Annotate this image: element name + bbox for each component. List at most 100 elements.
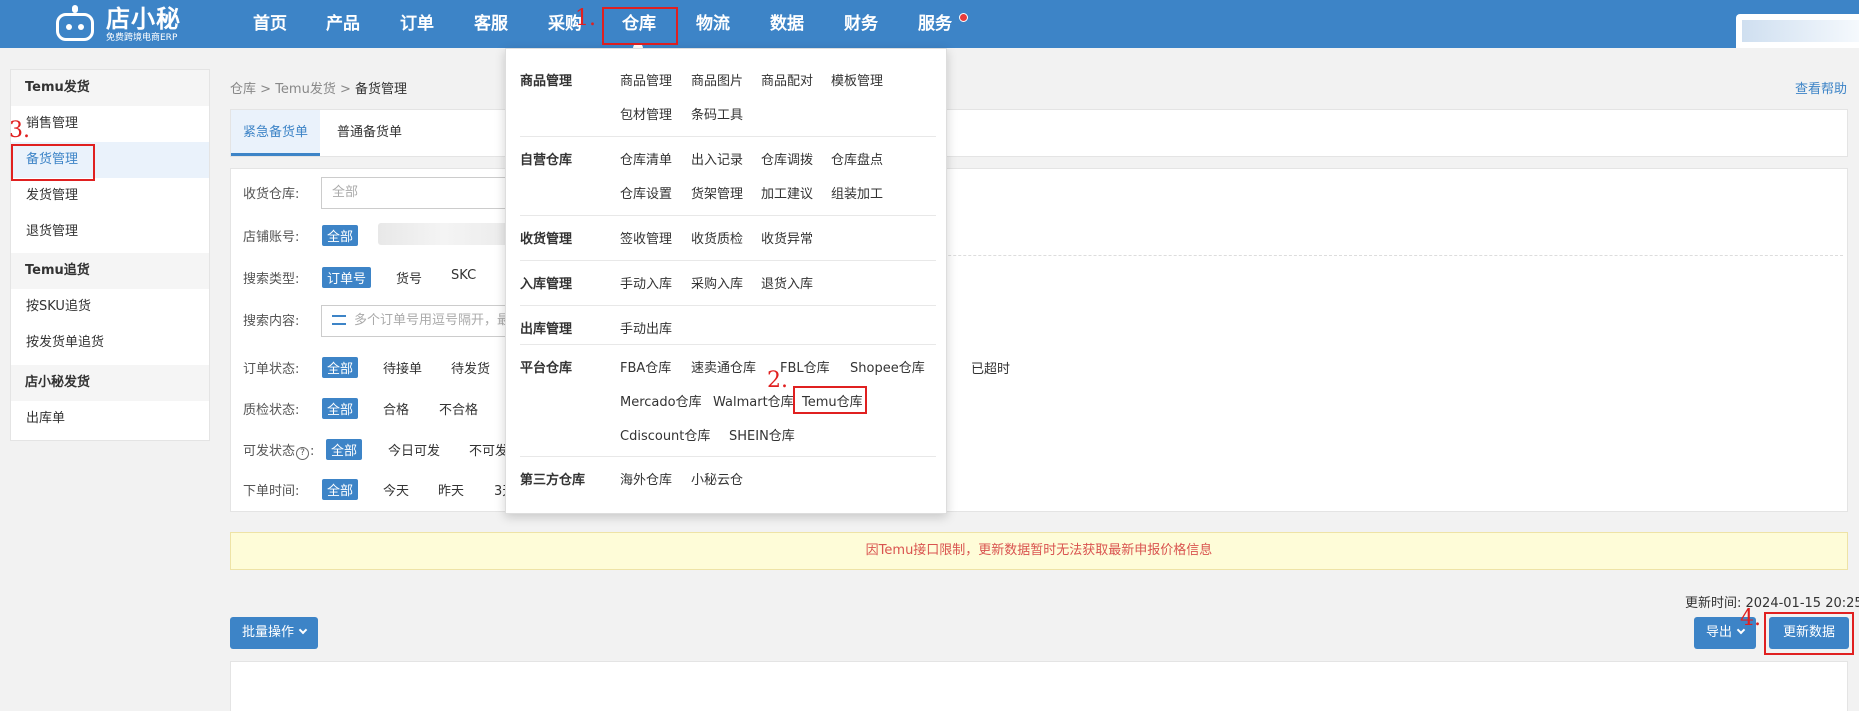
tab-bar: 紧急备货单 普通备货单: [230, 109, 1848, 157]
sidebar-item-outbound[interactable]: 出库单: [11, 401, 209, 437]
nav-item-services[interactable]: 服务: [918, 14, 952, 34]
menu-link[interactable]: 收货质检: [691, 228, 743, 247]
qc-status-fail[interactable]: 不合格: [439, 399, 478, 418]
menu-section-platform-warehouse: 平台仓库 FBA仓库 速卖通仓库 FBL仓库 Shopee仓库 Mercado仓…: [520, 345, 936, 457]
menu-link[interactable]: 商品配对: [761, 70, 813, 89]
sidebar-item-track-sku[interactable]: 按SKU追货: [11, 289, 209, 325]
tab-normal-stock[interactable]: 普通备货单: [325, 110, 414, 156]
menu-link[interactable]: 条码工具: [691, 104, 743, 123]
shop-option-all[interactable]: 全部: [322, 225, 359, 246]
order-time-label: 下单时间:: [243, 484, 300, 499]
menu-link[interactable]: 仓库清单: [620, 149, 672, 168]
order-status-pending-ship[interactable]: 待发货: [451, 358, 490, 377]
search-type-item-no[interactable]: 货号: [396, 268, 422, 287]
notice-banner: 因Temu接口限制，更新数据暂时无法获取最新申报价格信息: [230, 532, 1848, 570]
menu-link[interactable]: 小秘云仓: [691, 469, 743, 488]
order-time-yesterday[interactable]: 昨天: [438, 480, 464, 499]
update-time: 更新时间: 2024-01-15 20:25: [1685, 596, 1859, 611]
menu-link[interactable]: 仓库设置: [620, 183, 672, 202]
sidebar-item-sales[interactable]: 销售管理: [11, 106, 209, 142]
nav-item-logistics[interactable]: 物流: [696, 14, 730, 34]
menu-link[interactable]: 商品管理: [620, 70, 672, 89]
user-area[interactable]: [1736, 14, 1859, 48]
warehouse-select[interactable]: 全部: [321, 177, 511, 209]
sidebar-item-shipping[interactable]: 发货管理: [11, 178, 209, 214]
sidebar-item-returns[interactable]: 退货管理: [11, 214, 209, 250]
ship-status-all[interactable]: 全部: [326, 439, 363, 460]
robot-logo-icon: [52, 5, 98, 43]
notification-dot-icon: [959, 13, 968, 22]
menu-link[interactable]: 出入记录: [691, 149, 743, 168]
menu-link[interactable]: 仓库盘点: [831, 149, 883, 168]
search-content-input[interactable]: 多个订单号用逗号隔开，最: [321, 305, 511, 337]
menu-link[interactable]: 模板管理: [831, 70, 883, 89]
sidebar-group-temu-shipping: Temu发货: [11, 70, 209, 106]
nav-item-service[interactable]: 客服: [474, 14, 508, 34]
menu-link[interactable]: 包材管理: [620, 104, 672, 123]
search-type-skc[interactable]: SKC: [451, 268, 476, 283]
order-status-pending-accept[interactable]: 待接单: [383, 358, 422, 377]
menu-link[interactable]: 手动入库: [620, 273, 672, 292]
top-nav: 店小秘 免费跨境电商ERP 首页 产品 订单 客服 采购 仓库 物流 数据 财务…: [0, 0, 1859, 49]
breadcrumb-warehouse[interactable]: 仓库: [230, 82, 256, 97]
menu-link[interactable]: 退货入库: [761, 273, 813, 292]
menu-link[interactable]: FBA仓库: [620, 357, 671, 376]
annotation-box-warehouse: [602, 7, 678, 45]
sidebar-group-dxm-shipping: 店小秘发货: [11, 365, 209, 401]
brand-name: 店小秘: [106, 4, 181, 33]
tab-urgent-stock[interactable]: 紧急备货单: [231, 110, 321, 156]
annotation-box-update: [1764, 612, 1854, 655]
nav-item-finance[interactable]: 财务: [844, 14, 878, 34]
menu-link[interactable]: 采购入库: [691, 273, 743, 292]
menu-link[interactable]: 仓库调拨: [761, 149, 813, 168]
menu-link[interactable]: 组装加工: [831, 183, 883, 202]
help-icon[interactable]: ?: [296, 447, 310, 460]
order-status-all[interactable]: 全部: [322, 357, 359, 378]
menu-section-own-warehouse: 自营仓库 仓库清单 出入记录 仓库调拨 仓库盘点 仓库设置 货架管理 加工建议 …: [520, 137, 936, 216]
breadcrumb-temu[interactable]: Temu发货: [275, 82, 336, 97]
ship-status-not[interactable]: 不可发: [469, 440, 508, 459]
search-type-order-no[interactable]: 订单号: [322, 267, 372, 288]
order-time-all[interactable]: 全部: [322, 479, 359, 500]
menu-link[interactable]: 加工建议: [761, 183, 813, 202]
menu-link[interactable]: 收货异常: [761, 228, 813, 247]
qc-status-pass[interactable]: 合格: [383, 399, 409, 418]
menu-link[interactable]: Walmart仓库: [713, 391, 794, 410]
nav-item-orders[interactable]: 订单: [400, 14, 434, 34]
qc-status-all[interactable]: 全部: [322, 398, 359, 419]
order-status-overdue[interactable]: 已超时: [971, 358, 1010, 377]
menu-link[interactable]: Shopee仓库: [850, 357, 925, 376]
menu-link[interactable]: 货架管理: [691, 183, 743, 202]
menu-category: 出库管理: [520, 322, 573, 337]
menu-link[interactable]: SHEIN仓库: [729, 425, 795, 444]
menu-category: 商品管理: [520, 74, 573, 89]
annotation-box-temu-warehouse: [793, 386, 867, 414]
menu-category: 入库管理: [520, 277, 573, 292]
shop-filter-label: 店铺账号:: [243, 230, 300, 245]
batch-operation-button[interactable]: 批量操作: [230, 617, 319, 649]
sidebar-item-track-shipment[interactable]: 按发货单追货: [11, 325, 209, 361]
breadcrumb: 仓库 > Temu发货 > 备货管理: [230, 82, 408, 97]
nav-item-data[interactable]: 数据: [770, 14, 804, 34]
help-link[interactable]: 查看帮助: [1795, 78, 1847, 97]
menu-section-products: 商品管理 商品管理 商品图片 商品配对 模板管理 包材管理 条码工具: [520, 49, 936, 137]
annotation-step-4: 4.: [1740, 606, 1761, 631]
annotation-step-1: 1.: [575, 6, 596, 31]
menu-link[interactable]: 速卖通仓库: [691, 357, 756, 376]
shop-accounts-blurred: [378, 223, 508, 245]
brand-logo[interactable]: 店小秘 免费跨境电商ERP: [52, 2, 181, 46]
nav-item-home[interactable]: 首页: [253, 14, 287, 34]
warehouse-dropdown-menu: 商品管理 商品管理 商品图片 商品配对 模板管理 包材管理 条码工具 自营仓库 …: [505, 48, 947, 514]
list-icon: [332, 315, 346, 325]
menu-link[interactable]: 海外仓库: [620, 469, 672, 488]
filter-panel: 收货仓库: 全部 店铺账号: 全部 搜索类型: 订单号 货号 SKC 搜索内容:…: [230, 168, 1848, 512]
menu-link[interactable]: Cdiscount仓库: [620, 425, 710, 444]
menu-link[interactable]: 商品图片: [691, 70, 743, 89]
ship-status-today[interactable]: 今日可发: [388, 440, 440, 459]
menu-link[interactable]: 手动出库: [620, 318, 672, 337]
order-time-today[interactable]: 今天: [383, 480, 409, 499]
menu-link[interactable]: 签收管理: [620, 228, 672, 247]
divider: [843, 255, 1843, 256]
nav-item-products[interactable]: 产品: [326, 14, 360, 34]
menu-link[interactable]: Mercado仓库: [620, 391, 702, 410]
